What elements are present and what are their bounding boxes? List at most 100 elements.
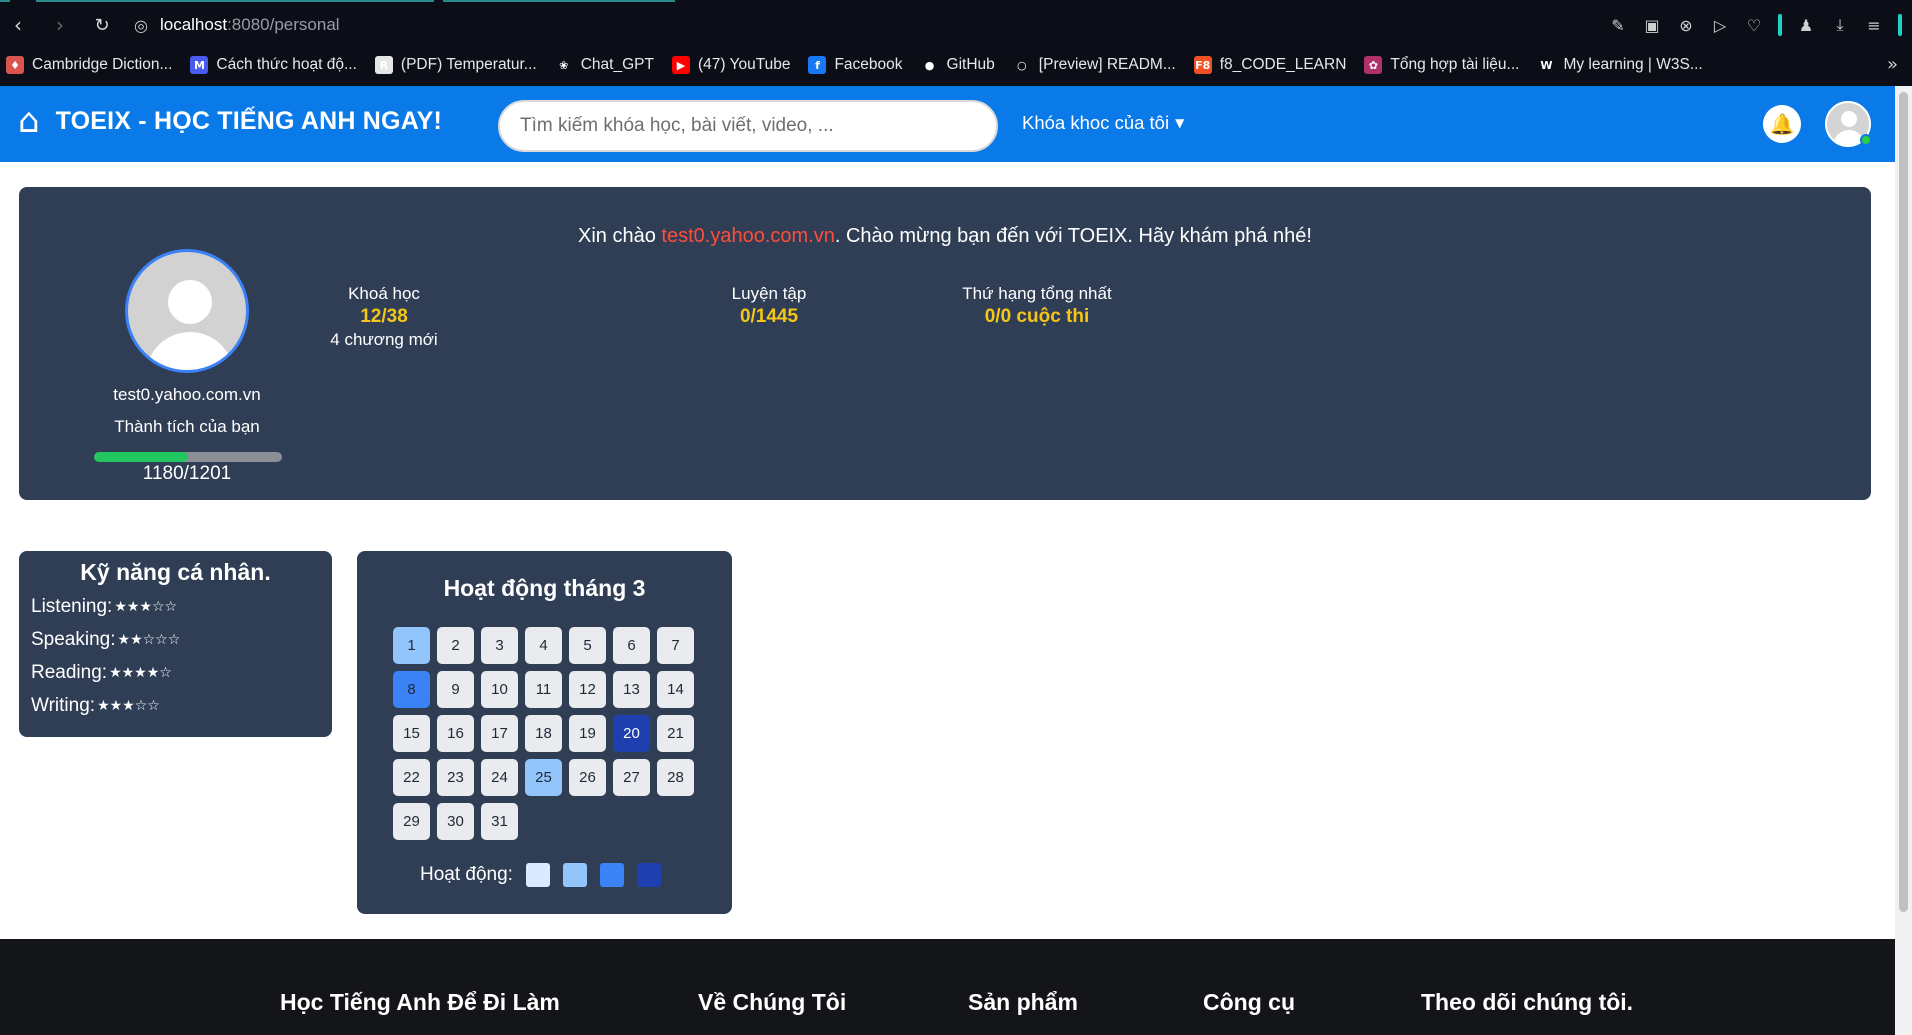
github-icon: ● [920, 56, 939, 74]
url-path: :8080/personal [227, 15, 340, 34]
stat-value: 12/38 [360, 306, 408, 327]
calendar-day[interactable]: 31 [481, 803, 518, 840]
calendar-day[interactable]: 12 [569, 671, 606, 708]
scroll-thumb[interactable] [1899, 92, 1908, 912]
caret-down-icon: ▼ [1175, 116, 1185, 130]
calendar-day[interactable]: 20 [613, 715, 650, 752]
calendar-day[interactable]: 1 [393, 627, 430, 664]
reload-icon[interactable]: ↻ [84, 7, 120, 43]
bookmark-item[interactable]: R (PDF) Temperatur... [374, 56, 537, 74]
calendar-day[interactable]: 10 [481, 671, 518, 708]
calendar-day[interactable]: 29 [393, 803, 430, 840]
separator-bar [1898, 14, 1902, 36]
skill-row-speaking: Speaking: ★★☆☆☆ [31, 623, 320, 656]
bookmark-item[interactable]: ✿ Tổng hợp tài liệu... [1364, 56, 1519, 74]
search-input[interactable] [498, 100, 998, 152]
site-logo[interactable]: ⌂ TOEIX - HỌC TIẾNG ANH NGAY! [18, 104, 442, 138]
page-footer: Học Tiếng Anh Để Đi Làm Về Chúng Tôi Sản… [0, 939, 1895, 1035]
stat-courses: Khoá học 12/38 4 chương mới [319, 284, 449, 350]
avatar-head [168, 280, 212, 324]
calendar-day[interactable]: 2 [437, 627, 474, 664]
bookmark-item[interactable]: W My learning | W3S... [1537, 56, 1703, 74]
site-title[interactable]: TOEIX - HỌC TIẾNG ANH NGAY! [56, 107, 442, 136]
calendar-day[interactable]: 8 [393, 671, 430, 708]
calendar-day[interactable]: 21 [657, 715, 694, 752]
calendar-day[interactable]: 28 [657, 759, 694, 796]
calendar-day[interactable]: 17 [481, 715, 518, 752]
calendar-day[interactable]: 4 [525, 627, 562, 664]
heart-icon[interactable]: ♡ [1744, 15, 1764, 35]
skill-label: Speaking: [31, 628, 116, 650]
page-scrollbar[interactable] [1895, 86, 1912, 1035]
send-icon[interactable]: ▷ [1710, 15, 1730, 35]
notification-bell-icon[interactable]: 🔔 [1763, 105, 1801, 143]
bookmark-label: Cambridge Diction... [32, 56, 173, 73]
download-icon[interactable]: ⤓ [1830, 15, 1850, 35]
home-icon[interactable]: ⌂ [18, 104, 40, 138]
more-bookmarks-icon[interactable]: » [1887, 54, 1898, 75]
edit-icon[interactable]: ✎ [1608, 15, 1628, 35]
welcome-suffix: . Chào mừng bạn đến với TOEIX. Hãy khám … [834, 225, 1312, 247]
shield-x-icon[interactable]: ⊗ [1676, 15, 1696, 35]
calendar-day[interactable]: 16 [437, 715, 474, 752]
bookmark-item[interactable]: ❀ Chat_GPT [554, 56, 654, 74]
calendar-day[interactable]: 9 [437, 671, 474, 708]
back-icon[interactable]: ‹ [0, 7, 36, 43]
bookmark-item[interactable]: ▶ (47) YouTube [671, 56, 790, 74]
activity-legend: Hoạt động: [420, 863, 661, 887]
calendar-day[interactable]: 25 [525, 759, 562, 796]
calendar-day[interactable]: 7 [657, 627, 694, 664]
stat-practice: Luyện tập 0/1445 [699, 284, 839, 328]
bookmark-label: Tổng hợp tài liệu... [1390, 56, 1520, 73]
calendar-day[interactable]: 3 [481, 627, 518, 664]
forward-icon[interactable]: › [42, 7, 78, 43]
menu-icon[interactable]: ≡ [1864, 15, 1884, 35]
calendar-day[interactable]: 19 [569, 715, 606, 752]
calendar-day[interactable]: 27 [613, 759, 650, 796]
skill-row-reading: Reading: ★★★★☆ [31, 656, 320, 689]
progress-text: 1180/1201 [142, 463, 232, 484]
calendar-day[interactable]: 15 [393, 715, 430, 752]
stat-value: 0/0 cuộc thi [984, 306, 1090, 327]
calendar-day[interactable]: 26 [569, 759, 606, 796]
profile-icon[interactable]: ♟ [1796, 15, 1816, 35]
calendar-day[interactable]: 24 [481, 759, 518, 796]
calendar-day[interactable]: 11 [525, 671, 562, 708]
bookmark-item[interactable]: ○ [Preview] READM... [1012, 56, 1176, 74]
skills-card: Kỹ năng cá nhân. Listening: ★★★☆☆ Speaki… [19, 551, 332, 737]
calendar-day[interactable]: 22 [393, 759, 430, 796]
calendar-day[interactable]: 14 [657, 671, 694, 708]
star-rating-icon: ★★★☆☆ [97, 697, 160, 714]
separator-bar [1778, 14, 1782, 36]
cambridge-icon: ♦ [6, 56, 24, 74]
bookmark-item[interactable]: ● GitHub [920, 56, 995, 74]
skill-row-writing: Writing: ★★★☆☆ [31, 689, 320, 722]
calendar-day[interactable]: 30 [437, 803, 474, 840]
star-rating-icon: ★★★★☆ [109, 664, 172, 681]
calendar-day[interactable]: 5 [569, 627, 606, 664]
stat-ranking: Thứ hạng tổng nhất 0/0 cuộc thi [937, 284, 1137, 328]
achievement-progress-bar [94, 452, 282, 462]
youtube-icon: ▶ [671, 56, 690, 74]
calendar-day[interactable]: 13 [613, 671, 650, 708]
bookmark-item[interactable]: F8 f8_CODE_LEARN [1193, 56, 1346, 74]
address-bar[interactable]: ◎ localhost:8080/personal [134, 8, 340, 42]
camera-icon[interactable]: ▣ [1642, 15, 1662, 35]
progress-fill [94, 452, 188, 462]
legend-swatch [636, 863, 661, 887]
calendar-grid: 1 2 3 4 5 6 7 8 9 10 11 12 13 14 15 16 17 18 19 20 21 22 23 24 2… [393, 627, 694, 840]
profile-avatar[interactable] [125, 249, 249, 373]
calendar-day[interactable]: 23 [437, 759, 474, 796]
achievement-label: Thành tích của bạn [114, 417, 260, 436]
bookmark-item[interactable]: f Facebook [808, 56, 903, 74]
footer-heading: Về Chúng Tôi [698, 989, 847, 1015]
url-host: localhost [159, 15, 228, 34]
openai-icon: ❀ [554, 56, 573, 74]
bookmark-item[interactable]: M Cách thức hoạt độ... [190, 56, 357, 74]
bookmark-label: GitHub [946, 56, 995, 73]
researchgate-icon: R [374, 56, 393, 74]
calendar-day[interactable]: 18 [525, 715, 562, 752]
my-courses-dropdown[interactable]: Khóa khoc của tôi ▼ [1022, 112, 1184, 134]
calendar-day[interactable]: 6 [613, 627, 650, 664]
bookmark-item[interactable]: ♦ Cambridge Diction... [6, 56, 172, 74]
